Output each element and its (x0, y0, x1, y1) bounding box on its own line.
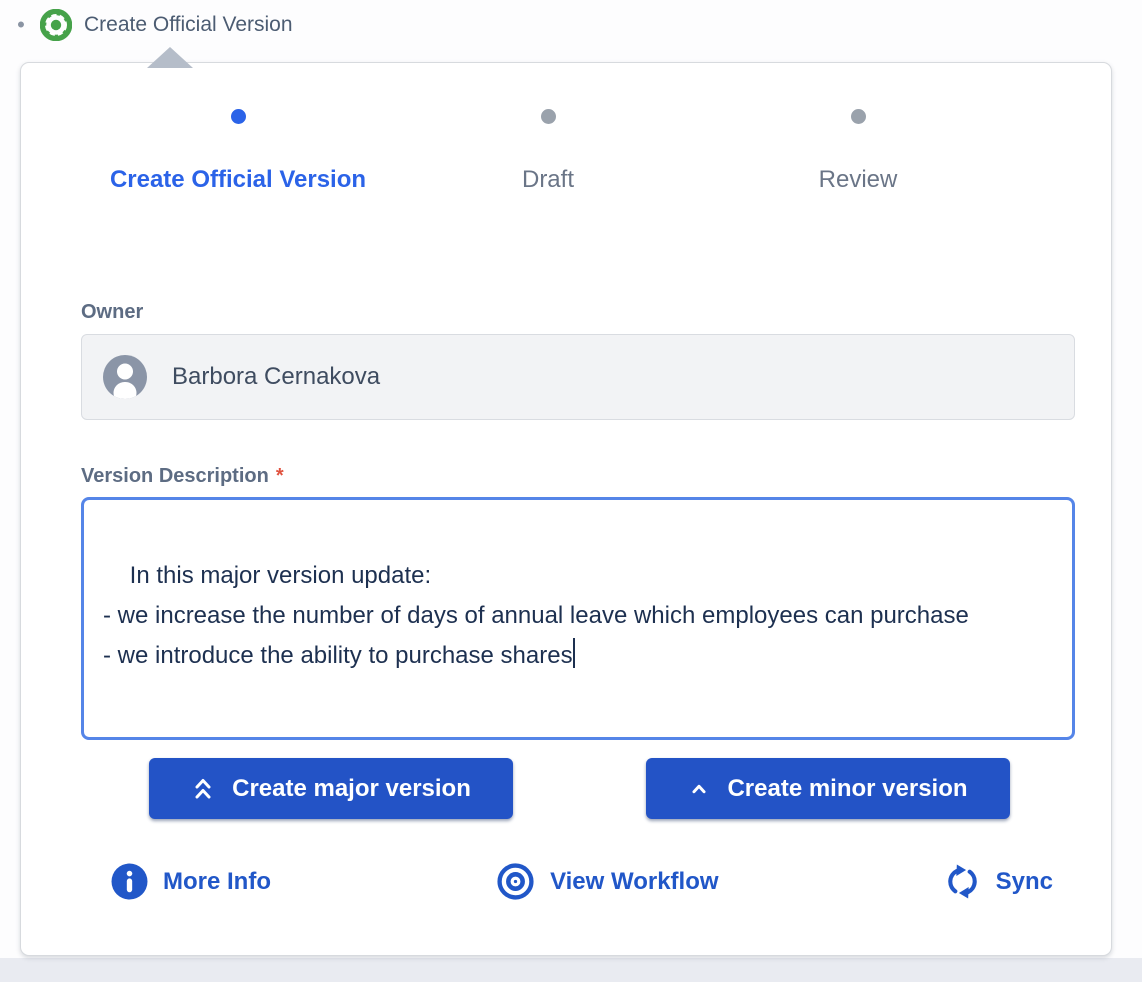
owner-label: Owner (81, 301, 143, 324)
official-version-status-icon (40, 9, 72, 41)
version-description-text: In this major version update: - we incre… (103, 562, 969, 669)
eye-icon (496, 862, 535, 901)
step-label: Review (819, 165, 898, 195)
version-description-label: Version Description* (81, 465, 284, 488)
step-draft: Draft (393, 109, 703, 195)
link-label: More Info (163, 868, 271, 896)
step-review: Review (703, 109, 1013, 195)
double-chevron-up-icon (191, 776, 215, 802)
button-label: Create major version (232, 775, 471, 803)
text-caret (573, 638, 575, 668)
version-description-input[interactable]: In this major version update: - we incre… (81, 497, 1075, 740)
view-workflow-link[interactable]: View Workflow (496, 862, 718, 901)
step-create-official-version: Create Official Version (83, 109, 393, 195)
page-header: • Create Official Version (14, 9, 293, 41)
link-label: View Workflow (550, 868, 718, 896)
page-title: Create Official Version (84, 13, 293, 37)
step-dot-active (231, 109, 246, 124)
step-label: Create Official Version (110, 165, 366, 195)
info-icon (111, 863, 148, 900)
more-info-link[interactable]: More Info (111, 863, 271, 900)
step-dot (851, 109, 866, 124)
page-background-strip (0, 958, 1142, 982)
chevron-up-icon (688, 777, 710, 801)
list-bullet: • (14, 9, 28, 41)
create-minor-version-button[interactable]: Create minor version (646, 758, 1010, 819)
sync-link[interactable]: Sync (944, 863, 1053, 900)
user-avatar-icon (103, 355, 147, 399)
sync-icon (944, 863, 981, 900)
workflow-stepper: Create Official Version Draft Review (83, 109, 1013, 195)
button-label: Create minor version (727, 775, 967, 803)
action-buttons-row: Create major version Create minor versio… (149, 758, 1010, 819)
owner-name: Barbora Cernakova (172, 363, 380, 391)
required-asterisk: * (276, 465, 284, 487)
create-official-version-popup: Create Official Version Draft Review Own… (20, 62, 1112, 956)
step-dot (541, 109, 556, 124)
popup-pointer-arrow (147, 47, 193, 68)
link-label: Sync (996, 868, 1053, 896)
owner-field: Barbora Cernakova (81, 334, 1075, 420)
create-major-version-button[interactable]: Create major version (149, 758, 513, 819)
footer-links-row: More Info View Workflow Sync (111, 862, 1053, 901)
step-label: Draft (522, 165, 574, 195)
